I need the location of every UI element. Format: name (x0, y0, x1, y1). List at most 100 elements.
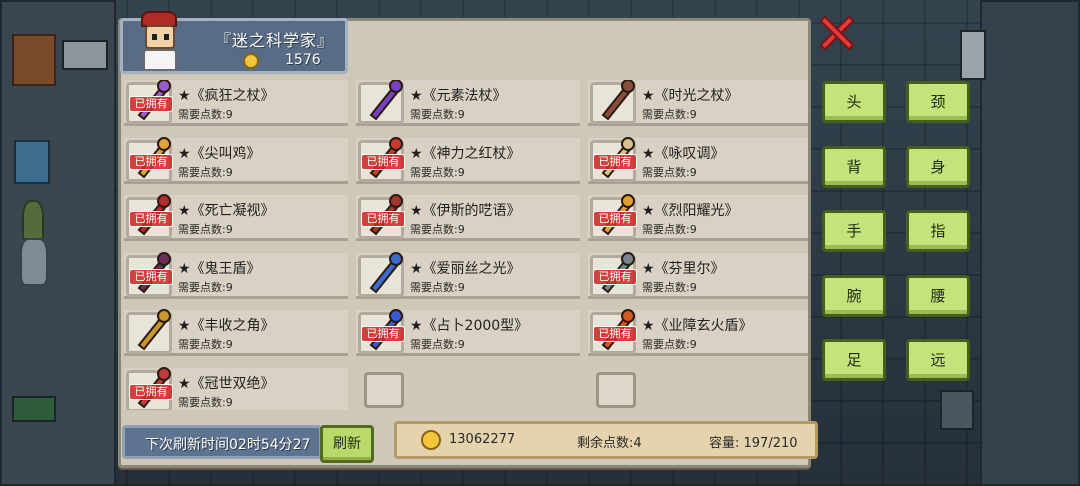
item-slot: 已拥有 (358, 136, 405, 182)
shop-item[interactable]: 已拥有 ★《占卜2000型》 需要点数:9 (356, 309, 580, 357)
staff-icon (365, 80, 403, 121)
item-name: ★《伊斯的呓语》 (410, 203, 521, 220)
owned-badge: 已拥有 (129, 96, 173, 112)
slot-button-9[interactable]: 远 (906, 339, 970, 381)
avatar-coat (143, 49, 177, 71)
item-slot: 已拥有 (126, 194, 173, 240)
item-name: ★《占卜2000型》 (410, 318, 529, 335)
item-cost: 需要点数:9 (642, 280, 697, 294)
clock-staff-icon (597, 80, 635, 121)
shop-item[interactable]: 已拥有 ★《烈阳耀光》 需要点数:9 (588, 194, 808, 242)
item-cost: 需要点数:9 (178, 280, 233, 294)
merchant-title: 『迷之科学家』 (215, 31, 335, 50)
slot-button-8[interactable]: 足 (822, 339, 886, 381)
shop-item[interactable]: 已拥有 ★《死亡凝视》 需要点数:9 (124, 194, 348, 242)
vase (20, 238, 48, 286)
item-name: ★《咏叹调》 (642, 145, 725, 162)
shop-item[interactable]: 已拥有 ★《鬼王盾》 需要点数:9 (124, 251, 348, 299)
slot-button-1[interactable]: 颈 (906, 81, 970, 123)
shop-item[interactable]: 已拥有 ★《冠世双绝》 需要点数:9 (124, 367, 348, 410)
flashlight-icon (365, 250, 403, 294)
owned-badge: 已拥有 (361, 211, 405, 228)
item-name: ★《丰收之角》 (178, 318, 275, 335)
shop-item[interactable]: 已拥有 ★《疯狂之杖》 需要点数:9 (124, 80, 348, 126)
coin-icon (243, 53, 259, 69)
item-slot: 已拥有 (358, 194, 405, 240)
item-slot: 已拥有 (590, 251, 637, 297)
refresh-button[interactable]: 刷新 (320, 425, 374, 463)
horn-icon (133, 307, 171, 351)
item-name: ★《爱丽丝之光》 (410, 260, 521, 277)
item-row: 已拥有 ★《鬼王盾》 需要点数:9 ★《爱丽丝之光》 需要点数:9 已拥有 ★《芬里尔》 需要… (124, 251, 808, 303)
capacity: 容量: 197/210 (709, 436, 798, 451)
slot-button-5[interactable]: 指 (906, 210, 970, 252)
machine (62, 40, 108, 70)
slot-button-4[interactable]: 手 (822, 210, 886, 252)
item-row: 已拥有 ★《冠世双绝》 需要点数:9 (124, 367, 808, 410)
item-name: ★《尖叫鸡》 (178, 145, 261, 162)
close-button[interactable] (818, 14, 855, 51)
slot-button-2[interactable]: 背 (822, 146, 886, 188)
slot-button-0[interactable]: 头 (822, 81, 886, 123)
item-row: 已拥有 ★《尖叫鸡》 需要点数:9 已拥有 ★《神力之红杖》 需要点数:9 已拥有 ★《咏叹调… (124, 136, 808, 188)
slot-button-3[interactable]: 身 (906, 146, 970, 188)
item-cost: 需要点数:9 (410, 280, 465, 294)
slot-button-6[interactable]: 腕 (822, 275, 886, 317)
item-slot: 已拥有 (590, 309, 637, 355)
owned-badge: 已拥有 (593, 211, 637, 228)
item-slot (590, 80, 636, 124)
shop-item[interactable]: ★《爱丽丝之光》 需要点数:9 (356, 251, 580, 299)
owned-badge: 已拥有 (129, 153, 173, 170)
item-slot: 已拥有 (126, 251, 173, 297)
item-row: 已拥有 ★《死亡凝视》 需要点数:9 已拥有 ★《伊斯的呓语》 需要点数:9 已拥有 ★《烈阳… (124, 194, 808, 245)
empty-item-slot[interactable] (356, 368, 580, 410)
shop-item[interactable]: ★《丰收之角》 需要点数:9 (124, 307, 348, 357)
avatar-eye-left (152, 34, 157, 40)
avatar-face (145, 25, 175, 49)
owned-badge: 已拥有 (593, 268, 637, 285)
shop-item[interactable]: 已拥有 ★《神力之红杖》 需要点数:9 (356, 136, 580, 184)
item-slot: 已拥有 (126, 136, 173, 182)
item-cost: 需要点数:9 (178, 338, 233, 352)
item-name: ★《时光之杖》 (642, 88, 739, 104)
shop-item[interactable]: 已拥有 ★《尖叫鸡》 需要点数:9 (124, 136, 348, 184)
empty-item-slot[interactable] (588, 368, 808, 410)
shelf (12, 34, 56, 86)
item-name: ★《冠世双绝》 (178, 376, 275, 392)
item-cost: 需要点数:9 (642, 108, 697, 121)
owned-badge: 已拥有 (129, 384, 173, 400)
shop-item[interactable]: ★《时光之杖》 需要点数:9 (588, 80, 808, 126)
refresh-timer-box: 下次刷新时间02时54分27 (122, 425, 322, 459)
item-slot: 已拥有 (358, 309, 405, 355)
item-cost: 需要点数:9 (178, 223, 233, 237)
item-name: ★《鬼王盾》 (178, 260, 261, 277)
item-name: ★《业障玄火盾》 (642, 318, 753, 335)
shop-item[interactable]: 已拥有 ★《伊斯的呓语》 需要点数:9 (356, 194, 580, 242)
item-name: ★《芬里尔》 (642, 260, 725, 277)
item-slot: 已拥有 (126, 367, 173, 410)
owned-badge: 已拥有 (129, 268, 173, 285)
item-cost: 需要点数:9 (642, 223, 697, 237)
right-wall (980, 0, 1080, 486)
shop-item[interactable]: 已拥有 ★《芬里尔》 需要点数:9 (588, 251, 808, 299)
owned-badge: 已拥有 (593, 326, 637, 343)
item-slot: 已拥有 (590, 136, 637, 182)
item-cost: 需要点数:9 (178, 165, 233, 179)
item-cost: 需要点数:9 (410, 223, 465, 237)
money-amount: 13062277 (449, 432, 516, 447)
item-slot: 已拥有 (126, 80, 173, 124)
owned-badge: 已拥有 (361, 326, 405, 343)
shop-item[interactable]: ★《元素法杖》 需要点数:9 (356, 80, 580, 126)
coin-icon (421, 430, 441, 450)
slot-button-7[interactable]: 腰 (906, 275, 970, 317)
shop-item[interactable]: 已拥有 ★《业障玄火盾》 需要点数:9 (588, 309, 808, 357)
item-cost: 需要点数:9 (410, 108, 465, 121)
owned-badge: 已拥有 (593, 153, 637, 170)
item-slot (358, 251, 404, 297)
refresh-timer: 下次刷新时间02时54分27 (145, 437, 311, 453)
item-cost: 需要点数:9 (410, 338, 465, 352)
avatar-eye-right (164, 34, 169, 40)
shop-item[interactable]: 已拥有 ★《咏叹调》 需要点数:9 (588, 136, 808, 184)
chair (14, 140, 50, 184)
gold-amount: 1576 (285, 52, 321, 68)
